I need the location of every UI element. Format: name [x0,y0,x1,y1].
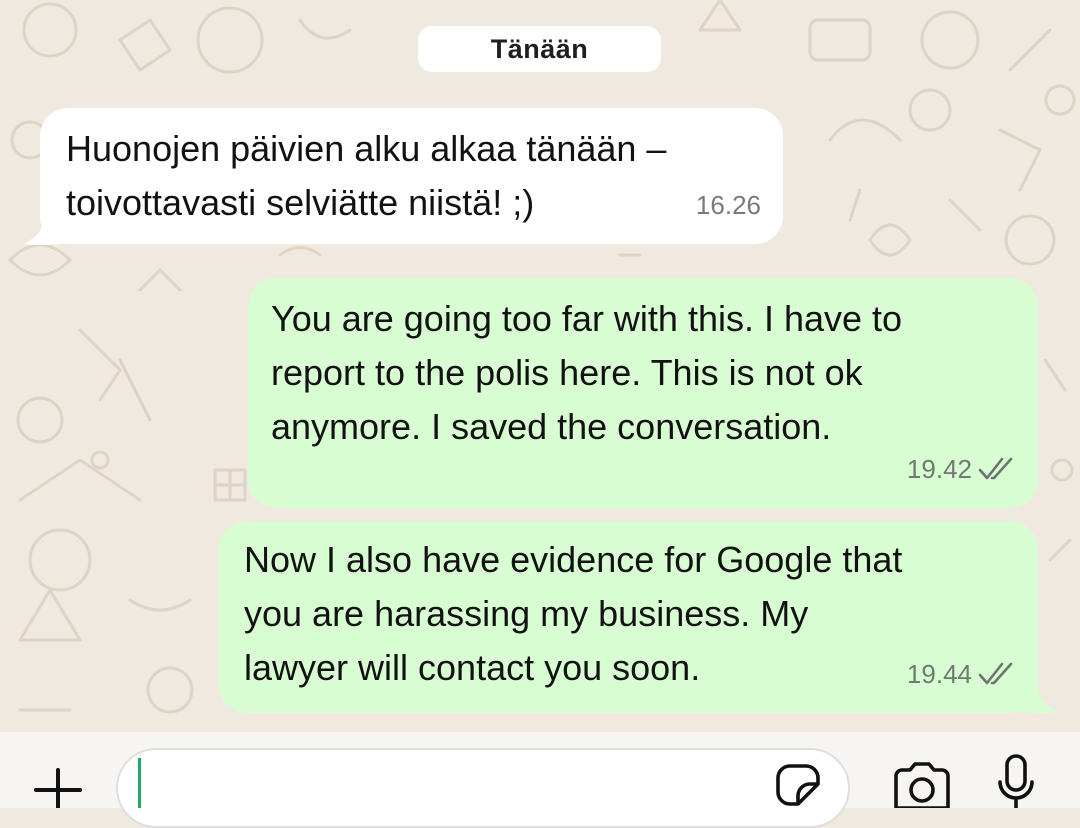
message-line: Huonojen päivien alku alkaa tänään – [66,128,667,169]
text-caret [138,758,141,808]
microphone-button[interactable] [996,754,1036,810]
outgoing-message[interactable]: Now I also have evidence for Google that… [219,521,1038,713]
message-meta: 16.26 [696,178,761,232]
incoming-message[interactable]: Huonojen päivien alku alkaa tänään – toi… [40,108,783,244]
message-line: You are going too far with this. I have … [271,298,903,339]
message-meta: 19.42 [907,442,1016,496]
message-meta: 19.44 [907,647,1016,701]
message-line: anymore. I saved the conversation. [271,406,832,447]
double-check-icon [978,457,1016,481]
outgoing-message[interactable]: You are going too far with this. I have … [248,278,1038,508]
plus-icon [34,768,82,810]
message-time: 19.42 [906,454,972,484]
sticker-icon [776,764,820,806]
microphone-icon [998,754,1034,810]
camera-icon [894,762,950,810]
message-line: Now I also have evidence for Google that [244,539,903,580]
message-input[interactable] [116,748,850,828]
message-line: you are harassing my business. My [244,593,809,634]
message-line: lawyer will contact you soon. [244,647,701,688]
message-line: report to the polis here. This is not ok [271,352,863,393]
message-time: 19.44 [906,659,972,689]
camera-button[interactable] [888,760,956,810]
message-time: 16.26 [695,190,761,220]
sticker-button[interactable] [772,760,824,808]
message-line: toivottavasti selviätte niistä! ;) [66,182,535,223]
date-label: Tänään [490,34,589,64]
attach-button[interactable] [30,764,86,810]
date-separator: Tänään [418,26,661,72]
double-check-icon [978,662,1016,686]
